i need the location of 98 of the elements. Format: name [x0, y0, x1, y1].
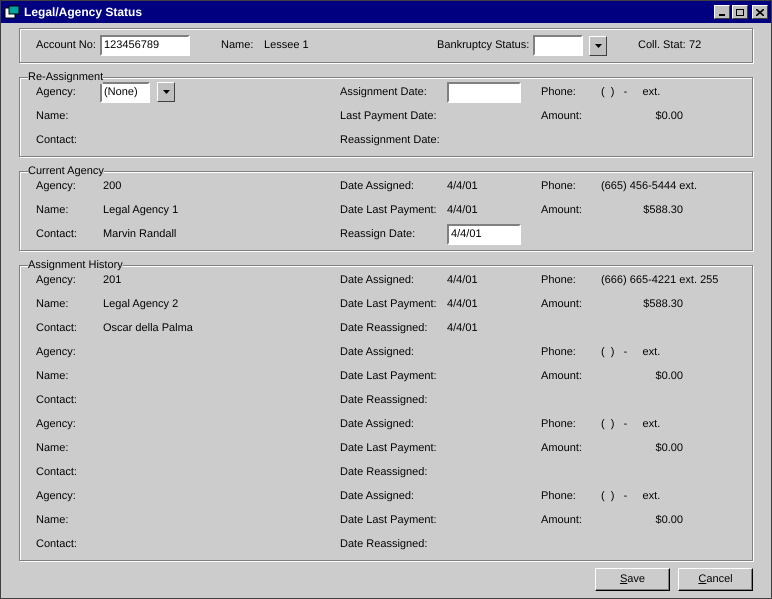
field-value: Lessee 1 — [264, 38, 310, 54]
field-label: Contact: — [36, 538, 77, 550]
field-label: Contact: — [36, 322, 77, 334]
amount-value: $0.00 — [655, 108, 683, 124]
field-label: Name: — [36, 298, 68, 310]
field-label: Agency: — [36, 86, 76, 98]
field-label: Phone: — [541, 86, 576, 98]
field-label: Amount: — [541, 298, 582, 310]
field-label: Date Last Payment: — [340, 204, 437, 216]
field-value: (665) 456-5444 ext. — [601, 178, 698, 194]
field-label: Last Payment Date: — [340, 110, 437, 122]
field-value: 4/4/01 — [447, 296, 478, 312]
field-label: Phone: — [541, 346, 576, 358]
field-label: Assignment Date: — [340, 86, 427, 98]
field-label: Contact: — [36, 466, 77, 478]
field-label: Date Last Payment: — [340, 370, 437, 382]
close-icon — [756, 8, 764, 16]
close-button[interactable] — [752, 5, 768, 19]
group-title: Assignment History — [28, 258, 123, 272]
field-value: 4/4/01 — [447, 272, 478, 288]
field-label: Coll. Stat: — [638, 38, 687, 54]
field-label: Agency: — [36, 418, 76, 430]
amount-value: $588.30 — [643, 296, 683, 312]
field-value: Legal Agency 2 — [103, 296, 178, 312]
window-icon — [4, 5, 20, 19]
field-label: Date Reassigned: — [340, 466, 428, 478]
field-label: Name: — [36, 514, 68, 526]
field-label: Date Reassigned: — [340, 394, 428, 406]
field-label: Date Last Payment: — [340, 298, 437, 310]
field-value: (666) 665-4221 ext. 255 — [601, 272, 718, 288]
field-label: Contact: — [36, 394, 77, 406]
amount-value: $0.00 — [655, 368, 683, 384]
maximize-button[interactable] — [732, 5, 748, 19]
field-label: Contact: — [36, 134, 77, 146]
field-label: Name: — [36, 442, 68, 454]
date-input-field[interactable]: 4/4/01 — [447, 224, 521, 244]
field-label: Account No: — [36, 38, 97, 54]
dialog-button[interactable]: Save — [595, 568, 670, 591]
field-value: 4/4/01 — [447, 202, 478, 218]
field-label: Agency: — [36, 274, 76, 286]
field-label: Name: — [221, 38, 254, 54]
field-label: Amount: — [541, 370, 582, 382]
field-label: Phone: — [541, 180, 576, 192]
amount-value: $0.00 — [655, 440, 683, 456]
field-label: Reassignment Date: — [340, 134, 440, 146]
field-label: Phone: — [541, 418, 576, 430]
field-label: Date Last Payment: — [340, 514, 437, 526]
field-label: Agency: — [36, 346, 76, 358]
field-label: Date Assigned: — [340, 490, 414, 502]
field-value: ( ) - ext. — [601, 344, 660, 360]
field-label: Amount: — [541, 110, 582, 122]
field-value: Oscar della Palma — [103, 320, 193, 336]
field-value: 200 — [103, 178, 122, 194]
field-label: Date Assigned: — [340, 274, 414, 286]
field-label: Date Last Payment: — [340, 442, 437, 454]
date-input-field[interactable] — [447, 82, 521, 102]
field-value: 4/4/01 — [447, 178, 478, 194]
bankruptcy-select-field[interactable] — [533, 35, 583, 56]
field-label: Amount: — [541, 514, 582, 526]
field-label: Phone: — [541, 490, 576, 502]
field-label: Amount: — [541, 442, 582, 454]
caret-icon — [162, 90, 170, 94]
dropdown-button[interactable] — [589, 36, 607, 56]
field-label: Date Reassigned: — [340, 538, 428, 550]
field-label: Name: — [36, 110, 68, 122]
agency-select-field[interactable]: (None) — [100, 82, 150, 102]
field-value: 72 — [689, 38, 702, 54]
field-value: 201 — [103, 272, 122, 288]
dialog-button[interactable]: Cancel — [678, 568, 753, 591]
field-label: Reassign Date: — [340, 228, 416, 240]
caret-icon — [594, 44, 602, 48]
field-label: Date Reassigned: — [340, 322, 428, 334]
minimize-button[interactable] — [714, 5, 730, 19]
field-label: Amount: — [541, 204, 582, 216]
group-title: Re-Assignment — [28, 70, 104, 84]
field-value: Marvin Randall — [103, 226, 176, 242]
window-title: Legal/Agency Status — [24, 4, 142, 21]
field-value: ( ) - ext. — [601, 84, 660, 100]
field-label: Name: — [36, 370, 68, 382]
amount-value: $0.00 — [655, 512, 683, 528]
field-value: ( ) - ext. — [601, 488, 660, 504]
field-label: Name: — [36, 204, 68, 216]
field-label: Date Assigned: — [340, 346, 414, 358]
group-title: Current Agency — [28, 164, 104, 178]
field-label: Bankruptcy Status: — [437, 38, 530, 54]
account-input-field[interactable]: 123456789 — [100, 35, 190, 56]
field-label: Contact: — [36, 228, 77, 240]
field-label: Date Assigned: — [340, 418, 414, 430]
amount-value: $588.30 — [643, 202, 683, 218]
field-label: Agency: — [36, 490, 76, 502]
maximize-icon — [736, 8, 744, 16]
dropdown-button[interactable] — [157, 82, 175, 102]
field-label: Phone: — [541, 274, 576, 286]
field-label: Agency: — [36, 180, 76, 192]
field-label: Date Assigned: — [340, 180, 414, 192]
field-value: ( ) - ext. — [601, 416, 660, 432]
field-value: Legal Agency 1 — [103, 202, 178, 218]
field-value: 4/4/01 — [447, 320, 478, 336]
